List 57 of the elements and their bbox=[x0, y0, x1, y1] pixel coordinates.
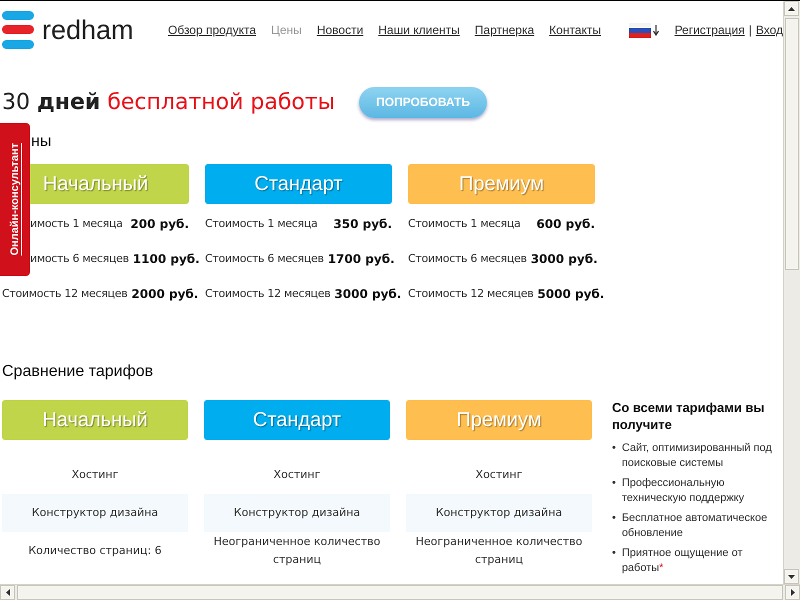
price-label: Стоимость 6 месяцев bbox=[408, 252, 527, 265]
scroll-right-icon[interactable] bbox=[790, 589, 794, 596]
logo-text: redham bbox=[42, 14, 134, 46]
price-value: 600 руб. bbox=[536, 216, 595, 230]
nav-link[interactable]: Контакты bbox=[549, 23, 601, 37]
plan-header: Стандарт bbox=[205, 164, 392, 204]
plan-header: Премиум bbox=[406, 400, 592, 440]
plan-header: Премиум bbox=[408, 164, 595, 204]
price-value: 1700 руб. bbox=[328, 252, 395, 266]
price-label: имость 6 месяцев bbox=[30, 252, 129, 265]
separator: | bbox=[748, 23, 752, 37]
nav-link[interactable]: Наши клиенты bbox=[378, 23, 460, 37]
section-heading: Сравнение тарифов bbox=[2, 363, 154, 381]
logo-icon bbox=[2, 11, 34, 49]
price-value: 3000 руб. bbox=[334, 286, 402, 300]
benefit-item: Бесплатное автоматическое обновление bbox=[622, 511, 768, 541]
flag-icon[interactable] bbox=[629, 22, 651, 38]
price-value: 2000 руб. bbox=[131, 286, 198, 300]
bullet: • bbox=[612, 441, 616, 456]
section-heading: ны bbox=[31, 133, 52, 151]
plan-header: Начальный bbox=[2, 400, 188, 440]
horizontal-scrollbar[interactable] bbox=[0, 584, 800, 600]
bullet: • bbox=[612, 476, 616, 491]
plan-header: Стандарт bbox=[204, 400, 390, 440]
vertical-scrollbar[interactable] bbox=[783, 1, 800, 584]
price-value: 350 руб. bbox=[333, 216, 392, 230]
price-label: Стоимость 1 месяца bbox=[408, 217, 520, 230]
price-label: Стоимость 6 месяцев bbox=[205, 252, 324, 265]
bullet: • bbox=[612, 546, 616, 561]
feature-cell: Конструктор дизайна bbox=[406, 494, 592, 532]
price-label: Стоимость 1 месяца bbox=[205, 217, 318, 230]
nav-link[interactable]: Обзор продукта bbox=[168, 23, 256, 37]
feature-cell: Конструктор дизайна bbox=[204, 494, 390, 532]
feature-cell: Конструктор дизайна bbox=[2, 494, 188, 532]
benefit-item: Приятное ощущение от работы* bbox=[622, 546, 744, 576]
price-label: Стоимость 12 месяцев bbox=[205, 287, 330, 300]
price-label: имость 1 месяца bbox=[30, 217, 123, 230]
price-label: Стоимость 12 месяцев bbox=[2, 287, 128, 300]
login-link[interactable]: Вход bbox=[756, 23, 783, 37]
bullet: • bbox=[612, 511, 616, 526]
benefit-item: Профессиональную техническую поддержку bbox=[622, 476, 746, 506]
nav-link[interactable]: Новости bbox=[316, 23, 364, 37]
benefit-item: Сайт, оптимизированный под поисковые системы bbox=[622, 441, 773, 471]
price-value: 1100 руб. bbox=[132, 252, 200, 266]
scroll-left-icon[interactable] bbox=[6, 589, 10, 596]
register-link[interactable]: Регистрация bbox=[674, 23, 745, 37]
price-value: 5000 руб. bbox=[537, 286, 604, 300]
price-label: Стоимость 12 месяцев bbox=[408, 287, 534, 300]
benefits-title: Со всеми тарифами вы получите bbox=[612, 399, 766, 433]
arrow-down-icon[interactable] bbox=[653, 24, 659, 36]
scroll-down-icon[interactable] bbox=[788, 574, 795, 578]
nav-link[interactable]: Партнерка bbox=[474, 23, 534, 37]
consultant-tab[interactable]: Онлайн-консультант bbox=[0, 123, 30, 276]
hero-title: 30 дней бесплатной работы bbox=[2, 90, 336, 114]
price-value: 200 руб. bbox=[130, 216, 189, 230]
scroll-up-icon[interactable] bbox=[788, 6, 795, 10]
price-value: 3000 руб. bbox=[530, 252, 598, 266]
